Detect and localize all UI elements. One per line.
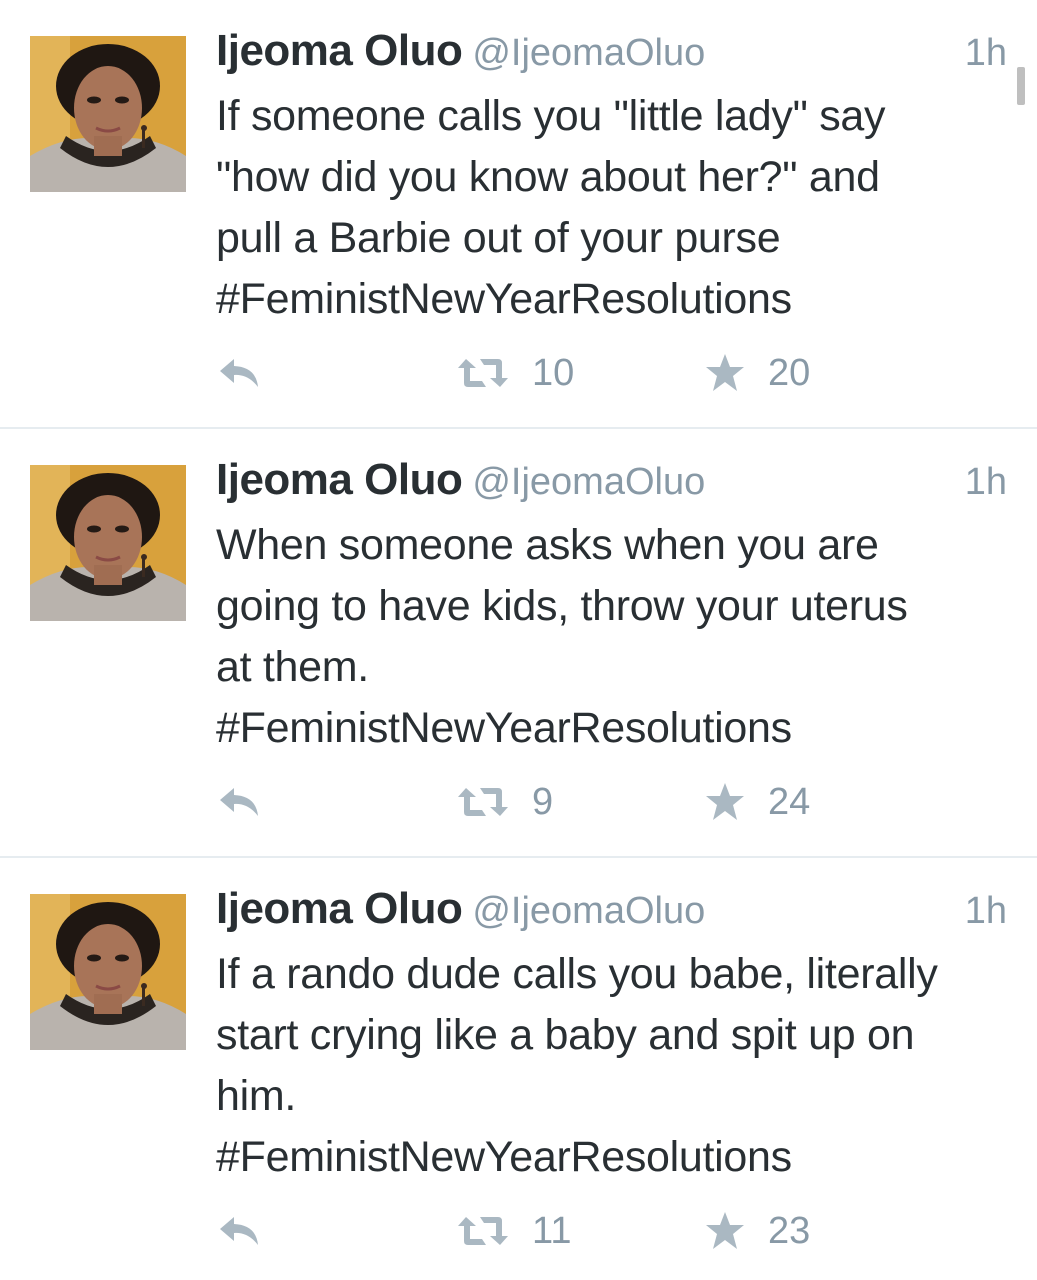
avatar[interactable]: [30, 465, 186, 621]
tweet-text: If someone calls you "little lady" say "…: [216, 92, 886, 323]
tweet[interactable]: Ijeoma Oluo @IjeomaOluo 1h If a rando dud…: [0, 858, 1037, 1278]
favorite-count: 24: [768, 780, 811, 823]
favorite-count: 20: [768, 351, 811, 394]
reply-icon: [220, 788, 258, 816]
tweet[interactable]: Ijeoma Oluo @IjeomaOluo 1h When someone a…: [0, 429, 1037, 858]
reply-icon: [220, 359, 258, 387]
retweet-count: 10: [532, 351, 575, 394]
tweet-header: Ijeoma Oluo @IjeomaOluo 1h: [216, 455, 1007, 511]
favorite-button[interactable]: 23: [704, 1206, 810, 1256]
author-handle[interactable]: @IjeomaOluo: [472, 32, 705, 74]
retweet-icon: [458, 1217, 508, 1245]
favorite-button[interactable]: 24: [704, 777, 810, 827]
tweet-actions: 11 23: [216, 1206, 916, 1256]
tweet-header: Ijeoma Oluo @IjeomaOluo 1h: [216, 26, 1007, 82]
favorite-button[interactable]: 20: [704, 348, 810, 398]
tweet[interactable]: Ijeoma Oluo @IjeomaOluo 1h If someone cal…: [0, 0, 1037, 429]
tweet-text: When someone asks when you are going to …: [216, 521, 908, 752]
author-name[interactable]: Ijeoma Oluo: [216, 26, 463, 75]
star-icon: [706, 783, 744, 820]
author-handle[interactable]: @IjeomaOluo: [472, 461, 705, 503]
avatar[interactable]: [30, 36, 186, 192]
retweet-button[interactable]: 11: [456, 1206, 571, 1256]
tweet-actions: 9 24: [216, 777, 916, 827]
star-icon: [706, 354, 744, 391]
author-name[interactable]: Ijeoma Oluo: [216, 884, 463, 933]
retweet-icon: [458, 359, 508, 387]
tweet-text: If a rando dude calls you babe, literall…: [216, 950, 938, 1181]
avatar[interactable]: [30, 894, 186, 1050]
timestamp[interactable]: 1h: [965, 461, 1007, 504]
favorite-count: 23: [768, 1209, 811, 1252]
reply-icon: [220, 1217, 258, 1245]
retweet-count: 9: [532, 780, 554, 823]
timestamp[interactable]: 1h: [965, 890, 1007, 933]
tweet-header: Ijeoma Oluo @IjeomaOluo 1h: [216, 884, 1007, 940]
scrollbar[interactable]: [1017, 67, 1025, 105]
author-name[interactable]: Ijeoma Oluo: [216, 455, 463, 504]
tweet-actions: 10 20: [216, 348, 916, 398]
timestamp[interactable]: 1h: [965, 32, 1007, 75]
retweet-button[interactable]: 10: [456, 348, 574, 398]
star-icon: [706, 1212, 744, 1249]
retweet-count: 11: [532, 1209, 572, 1252]
reply-button[interactable]: [218, 1206, 262, 1256]
author-handle[interactable]: @IjeomaOluo: [472, 890, 705, 932]
retweet-icon: [458, 788, 508, 816]
tweet-timeline: Ijeoma Oluo @IjeomaOluo 1h If someone cal…: [0, 0, 1037, 1278]
reply-button[interactable]: [218, 777, 262, 827]
retweet-button[interactable]: 9: [456, 777, 553, 827]
reply-button[interactable]: [218, 348, 262, 398]
